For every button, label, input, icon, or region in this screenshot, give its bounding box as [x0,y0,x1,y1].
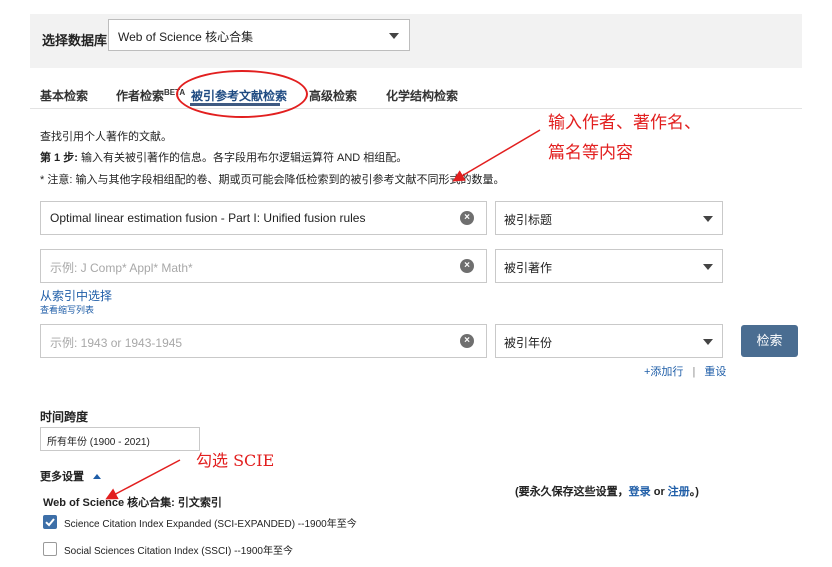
annotation-arrows [105,129,541,500]
annotation-arrow-input [452,129,541,182]
annotation-arrow-scie [105,459,181,500]
